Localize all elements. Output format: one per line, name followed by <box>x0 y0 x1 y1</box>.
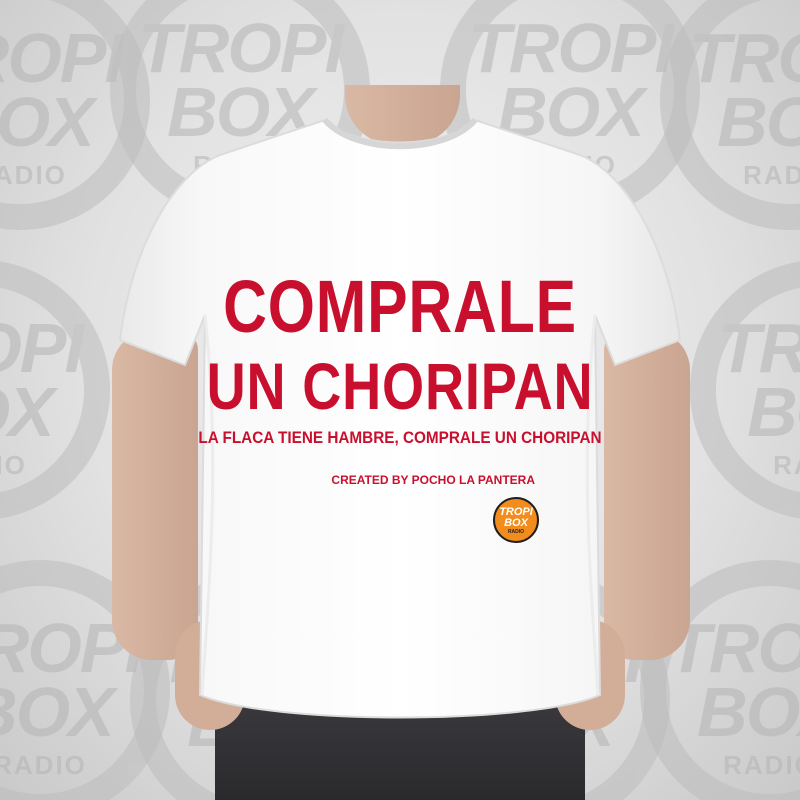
logo-text: BOX <box>504 517 528 529</box>
t-shirt: COMPRALE UN CHORIPAN LA FLACA TIENE HAMB… <box>110 95 690 735</box>
subline-text: LA FLACA TIENE HAMBRE, COMPRALE UN CHORI… <box>198 428 602 447</box>
credit-text: CREATED BY POCHO LA PANTERA <box>331 473 535 487</box>
tropibox-logo: TROPI BOX RADIO <box>493 497 539 543</box>
headline-line-2: UN CHORIPAN <box>206 349 594 423</box>
logo-text: RADIO <box>507 529 525 535</box>
headline-line-1: COMPRALE <box>223 265 577 348</box>
shirt-print: COMPRALE UN CHORIPAN LA FLACA TIENE HAMB… <box>110 95 690 735</box>
model-figure: COMPRALE UN CHORIPAN LA FLACA TIENE HAMB… <box>0 0 800 800</box>
